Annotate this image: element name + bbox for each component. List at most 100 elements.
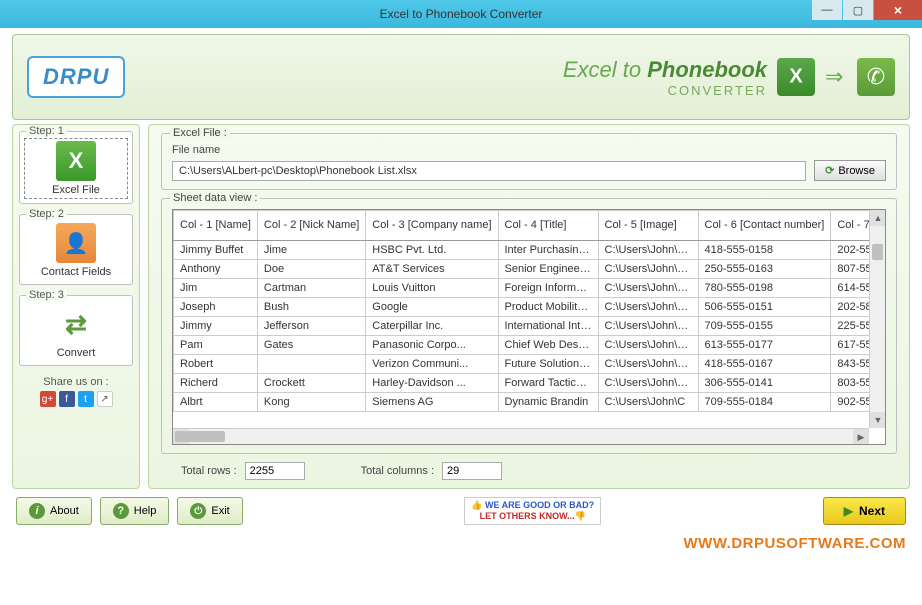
exit-icon (190, 503, 206, 519)
step-3-label: Convert (57, 347, 96, 359)
table-cell: Gates (257, 336, 365, 355)
convert-icon (56, 304, 96, 344)
vertical-scroll-thumb[interactable] (872, 244, 883, 260)
facebook-icon[interactable]: f (59, 391, 75, 407)
scroll-right-icon[interactable]: ▶ (853, 429, 869, 445)
table-cell: Kong (257, 393, 365, 412)
step-1-label: Excel File (52, 184, 100, 196)
table-cell: Forward Tactics ... (498, 374, 598, 393)
help-icon (113, 503, 129, 519)
table-cell: C:\Users\John\C... (598, 279, 698, 298)
table-cell: C:\Users\John\C (598, 393, 698, 412)
table-cell: 613-555-0177 (698, 336, 831, 355)
table-cell: Louis Vuitton (366, 279, 498, 298)
table-cell: 418-555-0167 (698, 355, 831, 374)
google-plus-icon[interactable]: g+ (40, 391, 56, 407)
table-cell: Cartman (257, 279, 365, 298)
browse-button[interactable]: Browse (814, 160, 886, 181)
file-path-input[interactable] (172, 161, 806, 181)
table-cell: Dynamic Brandin (498, 393, 598, 412)
contact-fields-icon (56, 223, 96, 263)
column-header[interactable]: Col - 4 [Title] (498, 211, 598, 241)
table-cell: Panasonic Corpo... (366, 336, 498, 355)
titlebar: Excel to Phonebook Converter — ▢ × (0, 0, 922, 28)
vertical-scrollbar[interactable]: ▲ ▼ (869, 210, 885, 428)
table-cell: C:\Users\John\C... (598, 317, 698, 336)
banner: DRPU Excel to Phonebook CONVERTER ⇒ (12, 34, 910, 120)
table-cell: Jimmy (174, 317, 258, 336)
table-cell: Albrt (174, 393, 258, 412)
table-cell: Caterpillar Inc. (366, 317, 498, 336)
table-row[interactable]: Jimmy BuffetJimeHSBC Pvt. Ltd.Inter Purc… (174, 241, 870, 260)
table-row[interactable]: RicherdCrockettHarley-Davidson ...Forwar… (174, 374, 870, 393)
column-header[interactable]: Col - 7 [Business number] (831, 211, 869, 241)
content: Excel File : File name Browse Sheet data… (148, 124, 910, 489)
table-cell: Senior Engineerin... (498, 260, 598, 279)
table-cell: Bush (257, 298, 365, 317)
table-row[interactable]: RobertVerizon Communi...Future Solutions… (174, 355, 870, 374)
share-link-icon[interactable]: ↗ (97, 391, 113, 407)
table-row[interactable]: JimCartmanLouis VuittonForeign Informati… (174, 279, 870, 298)
table-cell: C:\Users\John\C... (598, 374, 698, 393)
table-cell: Jime (257, 241, 365, 260)
table-cell: C:\Users\John\C... (598, 355, 698, 374)
excel-icon (777, 58, 815, 96)
table-cell: AT&T Services (366, 260, 498, 279)
help-button[interactable]: Help (100, 497, 170, 525)
step-contact-fields[interactable]: Contact Fields (24, 221, 128, 280)
maximize-button[interactable]: ▢ (843, 0, 873, 20)
column-header[interactable]: Col - 6 [Contact number] (698, 211, 831, 241)
exit-button[interactable]: Exit (177, 497, 242, 525)
table-cell: Foreign Informati... (498, 279, 598, 298)
column-header[interactable]: Col - 5 [Image] (598, 211, 698, 241)
table-row[interactable]: AnthonyDoeAT&T ServicesSenior Engineerin… (174, 260, 870, 279)
website-url: WWW.DRPUSOFTWARE.COM (0, 533, 922, 556)
table-cell: Crockett (257, 374, 365, 393)
column-header[interactable]: Col - 1 [Name] (174, 211, 258, 241)
table-cell: Jefferson (257, 317, 365, 336)
table-row[interactable]: AlbrtKongSiemens AGDynamic BrandinC:\Use… (174, 393, 870, 412)
banner-title: Excel to Phonebook (563, 57, 767, 83)
table-cell: International Inte... (498, 317, 598, 336)
table-cell: Richerd (174, 374, 258, 393)
table-cell: Harley-Davidson ... (366, 374, 498, 393)
table-cell: Joseph (174, 298, 258, 317)
minimize-button[interactable]: — (812, 0, 842, 20)
table-cell: 709-555-0155 (698, 317, 831, 336)
about-button[interactable]: About (16, 497, 92, 525)
total-cols-value (442, 462, 502, 480)
column-header[interactable]: Col - 3 [Company name] (366, 211, 498, 241)
sheet-table[interactable]: Col - 1 [Name]Col - 2 [Nick Name]Col - 3… (173, 210, 869, 412)
file-name-label: File name (172, 144, 886, 156)
twitter-icon[interactable]: t (78, 391, 94, 407)
table-row[interactable]: JosephBushGoogleProduct Mobility ...C:\U… (174, 298, 870, 317)
feedback-banner[interactable]: 👍 WE ARE GOOD OR BAD? LET OTHERS KNOW...… (464, 497, 601, 525)
scroll-up-icon[interactable]: ▲ (870, 210, 886, 226)
table-cell: Pam (174, 336, 258, 355)
table-cell: 306-555-0141 (698, 374, 831, 393)
table-cell: Verizon Communi... (366, 355, 498, 374)
table-cell: Google (366, 298, 498, 317)
table-cell: 780-555-0198 (698, 279, 831, 298)
scroll-down-icon[interactable]: ▼ (870, 412, 886, 428)
table-cell: 902-555-0179 (831, 393, 869, 412)
next-button[interactable]: Next (823, 497, 906, 525)
table-cell: HSBC Pvt. Ltd. (366, 241, 498, 260)
horizontal-scrollbar[interactable]: ◀ ▶ (173, 428, 869, 444)
table-cell: 709-555-0184 (698, 393, 831, 412)
table-row[interactable]: PamGatesPanasonic Corpo...Chief Web Desi… (174, 336, 870, 355)
sidebar: Step: 1 Excel File Step: 2 Contact Field… (12, 124, 140, 489)
info-icon (29, 503, 45, 519)
table-cell: Robert (174, 355, 258, 374)
table-cell: 250-555-0163 (698, 260, 831, 279)
window-title: Excel to Phonebook Converter (380, 7, 543, 21)
horizontal-scroll-thumb[interactable] (175, 431, 225, 442)
table-cell: Chief Web Desig... (498, 336, 598, 355)
step-excel-file[interactable]: Excel File (24, 138, 128, 199)
step-3-legend: Step: 3 (26, 289, 67, 301)
step-convert[interactable]: Convert (24, 302, 128, 361)
share-label: Share us on : (19, 376, 133, 388)
close-button[interactable]: × (874, 0, 922, 20)
table-row[interactable]: JimmyJeffersonCaterpillar Inc.Internatio… (174, 317, 870, 336)
column-header[interactable]: Col - 2 [Nick Name] (257, 211, 365, 241)
